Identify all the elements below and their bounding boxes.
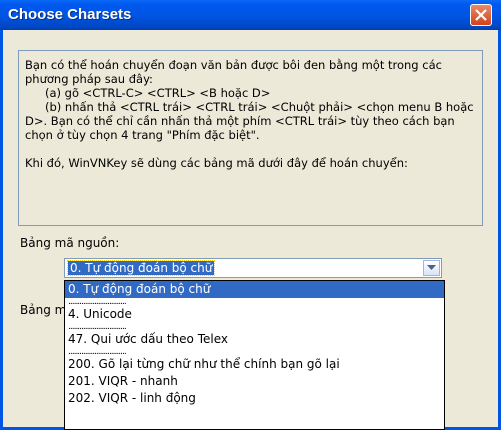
source-charset-select[interactable]: 0. Tự động đoán bộ chữ	[64, 258, 442, 278]
target-charset-label: Bảng m	[20, 303, 67, 317]
list-separator: ...............................	[68, 298, 127, 306]
info-line: (a) gõ <CTRL-C> <CTRL> <B hoặc D>	[45, 86, 271, 100]
list-item[interactable]: 47. Qui ước dấu theo Telex	[65, 331, 444, 348]
window-title: Choose Charsets	[8, 6, 132, 23]
info-line: Bạn có thể hoán chuyển đoạn văn bản được…	[25, 58, 442, 72]
list-separator: ...............................	[68, 323, 127, 331]
dropdown-button[interactable]	[423, 260, 440, 276]
list-separator: ...............................	[68, 348, 127, 356]
title-bar[interactable]: Choose Charsets	[0, 0, 501, 30]
info-line: D>. Bạn có thể chỉ cần nhấn thả một phím…	[25, 114, 455, 128]
list-item[interactable]: 200. Gõ lại từng chữ như thể chính bạn g…	[65, 356, 444, 373]
info-line: (b) nhấn thả <CTRL trái> <CTRL trái> <Ch…	[45, 100, 474, 114]
dialog-window: Choose Charsets Bạn có thể hoán chuyển đ…	[0, 0, 501, 430]
info-line: Khi đó, WinVNKey sẽ dùng các bảng mã dướ…	[25, 156, 408, 170]
info-panel: Bạn có thể hoán chuyển đoạn văn bản được…	[18, 50, 483, 226]
info-line: phương pháp sau đây:	[25, 72, 153, 86]
info-line: chọn ở tùy chọn 4 trang "Phím đặc biệt".	[25, 128, 260, 142]
list-item[interactable]: 4. Unicode	[65, 306, 444, 323]
list-item[interactable]: 0. Tự động đoán bộ chữ	[65, 281, 444, 298]
charset-dropdown-list[interactable]: 0. Tự động đoán bộ chữ .................…	[64, 280, 445, 430]
close-button[interactable]	[470, 4, 492, 26]
chevron-down-icon	[427, 265, 436, 270]
source-charset-label: Bảng mã nguồn:	[20, 236, 120, 250]
list-item[interactable]: 201. VIQR - nhanh	[65, 373, 444, 390]
selected-value: 0. Tự động đoán bộ chữ	[66, 260, 216, 276]
close-icon	[475, 9, 487, 21]
dialog-body: Bạn có thể hoán chuyển đoạn văn bản được…	[3, 30, 498, 430]
list-item[interactable]: 202. VIQR - linh động	[65, 390, 444, 407]
